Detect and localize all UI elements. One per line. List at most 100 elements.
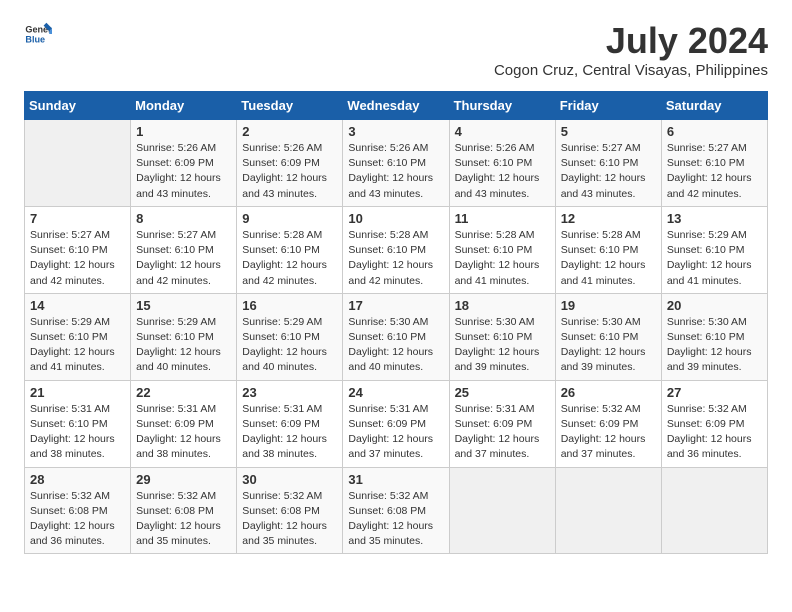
- day-number: 2: [242, 124, 337, 139]
- day-info: Sunrise: 5:30 AM Sunset: 6:10 PM Dayligh…: [667, 315, 762, 376]
- day-info: Sunrise: 5:32 AM Sunset: 6:08 PM Dayligh…: [136, 489, 231, 550]
- calendar-body: 1 Sunrise: 5:26 AM Sunset: 6:09 PM Dayli…: [25, 120, 768, 554]
- svg-text:Blue: Blue: [25, 34, 45, 44]
- day-number: 15: [136, 298, 231, 313]
- week-row-3: 14 Sunrise: 5:29 AM Sunset: 6:10 PM Dayl…: [25, 293, 768, 380]
- day-number: 28: [30, 472, 125, 487]
- day-cell: 12 Sunrise: 5:28 AM Sunset: 6:10 PM Dayl…: [555, 206, 661, 293]
- day-cell: 4 Sunrise: 5:26 AM Sunset: 6:10 PM Dayli…: [449, 120, 555, 207]
- col-wednesday: Wednesday: [343, 92, 449, 120]
- logo-icon: General Blue: [24, 20, 52, 48]
- day-cell: 25 Sunrise: 5:31 AM Sunset: 6:09 PM Dayl…: [449, 380, 555, 467]
- week-row-1: 1 Sunrise: 5:26 AM Sunset: 6:09 PM Dayli…: [25, 120, 768, 207]
- day-number: 4: [455, 124, 550, 139]
- day-number: 16: [242, 298, 337, 313]
- day-cell: 14 Sunrise: 5:29 AM Sunset: 6:10 PM Dayl…: [25, 293, 131, 380]
- day-number: 27: [667, 385, 762, 400]
- day-info: Sunrise: 5:27 AM Sunset: 6:10 PM Dayligh…: [136, 228, 231, 289]
- col-tuesday: Tuesday: [237, 92, 343, 120]
- day-cell: 30 Sunrise: 5:32 AM Sunset: 6:08 PM Dayl…: [237, 467, 343, 554]
- logo: General Blue: [24, 20, 52, 48]
- day-info: Sunrise: 5:32 AM Sunset: 6:09 PM Dayligh…: [561, 402, 656, 463]
- day-cell: 1 Sunrise: 5:26 AM Sunset: 6:09 PM Dayli…: [131, 120, 237, 207]
- day-cell: 18 Sunrise: 5:30 AM Sunset: 6:10 PM Dayl…: [449, 293, 555, 380]
- day-info: Sunrise: 5:28 AM Sunset: 6:10 PM Dayligh…: [242, 228, 337, 289]
- day-cell: 16 Sunrise: 5:29 AM Sunset: 6:10 PM Dayl…: [237, 293, 343, 380]
- day-info: Sunrise: 5:30 AM Sunset: 6:10 PM Dayligh…: [455, 315, 550, 376]
- day-cell: 10 Sunrise: 5:28 AM Sunset: 6:10 PM Dayl…: [343, 206, 449, 293]
- day-number: 14: [30, 298, 125, 313]
- day-info: Sunrise: 5:26 AM Sunset: 6:10 PM Dayligh…: [348, 141, 443, 202]
- day-cell: 11 Sunrise: 5:28 AM Sunset: 6:10 PM Dayl…: [449, 206, 555, 293]
- day-number: 5: [561, 124, 656, 139]
- day-cell: 27 Sunrise: 5:32 AM Sunset: 6:09 PM Dayl…: [661, 380, 767, 467]
- day-info: Sunrise: 5:29 AM Sunset: 6:10 PM Dayligh…: [136, 315, 231, 376]
- week-row-5: 28 Sunrise: 5:32 AM Sunset: 6:08 PM Dayl…: [25, 467, 768, 554]
- day-cell: 9 Sunrise: 5:28 AM Sunset: 6:10 PM Dayli…: [237, 206, 343, 293]
- day-cell: 24 Sunrise: 5:31 AM Sunset: 6:09 PM Dayl…: [343, 380, 449, 467]
- day-cell: [555, 467, 661, 554]
- day-info: Sunrise: 5:28 AM Sunset: 6:10 PM Dayligh…: [348, 228, 443, 289]
- day-cell: 3 Sunrise: 5:26 AM Sunset: 6:10 PM Dayli…: [343, 120, 449, 207]
- day-cell: 26 Sunrise: 5:32 AM Sunset: 6:09 PM Dayl…: [555, 380, 661, 467]
- day-info: Sunrise: 5:27 AM Sunset: 6:10 PM Dayligh…: [667, 141, 762, 202]
- day-cell: 28 Sunrise: 5:32 AM Sunset: 6:08 PM Dayl…: [25, 467, 131, 554]
- day-number: 10: [348, 211, 443, 226]
- day-number: 25: [455, 385, 550, 400]
- day-info: Sunrise: 5:32 AM Sunset: 6:08 PM Dayligh…: [242, 489, 337, 550]
- day-number: 30: [242, 472, 337, 487]
- day-cell: [25, 120, 131, 207]
- day-info: Sunrise: 5:26 AM Sunset: 6:09 PM Dayligh…: [242, 141, 337, 202]
- day-cell: 21 Sunrise: 5:31 AM Sunset: 6:10 PM Dayl…: [25, 380, 131, 467]
- day-cell: 19 Sunrise: 5:30 AM Sunset: 6:10 PM Dayl…: [555, 293, 661, 380]
- day-cell: 23 Sunrise: 5:31 AM Sunset: 6:09 PM Dayl…: [237, 380, 343, 467]
- day-info: Sunrise: 5:29 AM Sunset: 6:10 PM Dayligh…: [667, 228, 762, 289]
- day-info: Sunrise: 5:31 AM Sunset: 6:09 PM Dayligh…: [455, 402, 550, 463]
- day-cell: 20 Sunrise: 5:30 AM Sunset: 6:10 PM Dayl…: [661, 293, 767, 380]
- day-cell: 31 Sunrise: 5:32 AM Sunset: 6:08 PM Dayl…: [343, 467, 449, 554]
- day-info: Sunrise: 5:30 AM Sunset: 6:10 PM Dayligh…: [561, 315, 656, 376]
- day-info: Sunrise: 5:31 AM Sunset: 6:09 PM Dayligh…: [136, 402, 231, 463]
- day-info: Sunrise: 5:27 AM Sunset: 6:10 PM Dayligh…: [30, 228, 125, 289]
- day-number: 8: [136, 211, 231, 226]
- day-cell: [449, 467, 555, 554]
- day-number: 22: [136, 385, 231, 400]
- day-number: 17: [348, 298, 443, 313]
- day-cell: 15 Sunrise: 5:29 AM Sunset: 6:10 PM Dayl…: [131, 293, 237, 380]
- calendar-table: Sunday Monday Tuesday Wednesday Thursday…: [24, 91, 768, 554]
- day-cell: 6 Sunrise: 5:27 AM Sunset: 6:10 PM Dayli…: [661, 120, 767, 207]
- day-number: 6: [667, 124, 762, 139]
- day-number: 19: [561, 298, 656, 313]
- day-info: Sunrise: 5:27 AM Sunset: 6:10 PM Dayligh…: [561, 141, 656, 202]
- day-info: Sunrise: 5:28 AM Sunset: 6:10 PM Dayligh…: [455, 228, 550, 289]
- day-info: Sunrise: 5:30 AM Sunset: 6:10 PM Dayligh…: [348, 315, 443, 376]
- day-info: Sunrise: 5:26 AM Sunset: 6:09 PM Dayligh…: [136, 141, 231, 202]
- title-area: July 2024 Cogon Cruz, Central Visayas, P…: [494, 20, 768, 79]
- day-cell: 29 Sunrise: 5:32 AM Sunset: 6:08 PM Dayl…: [131, 467, 237, 554]
- day-cell: [661, 467, 767, 554]
- main-title: July 2024: [494, 20, 768, 62]
- day-cell: 8 Sunrise: 5:27 AM Sunset: 6:10 PM Dayli…: [131, 206, 237, 293]
- day-number: 3: [348, 124, 443, 139]
- col-saturday: Saturday: [661, 92, 767, 120]
- day-number: 11: [455, 211, 550, 226]
- day-cell: 13 Sunrise: 5:29 AM Sunset: 6:10 PM Dayl…: [661, 206, 767, 293]
- day-info: Sunrise: 5:29 AM Sunset: 6:10 PM Dayligh…: [30, 315, 125, 376]
- col-sunday: Sunday: [25, 92, 131, 120]
- header: General Blue July 2024 Cogon Cruz, Centr…: [24, 20, 768, 79]
- day-number: 21: [30, 385, 125, 400]
- day-info: Sunrise: 5:28 AM Sunset: 6:10 PM Dayligh…: [561, 228, 656, 289]
- day-number: 9: [242, 211, 337, 226]
- calendar-header: Sunday Monday Tuesday Wednesday Thursday…: [25, 92, 768, 120]
- subtitle: Cogon Cruz, Central Visayas, Philippines: [494, 62, 768, 79]
- day-cell: 5 Sunrise: 5:27 AM Sunset: 6:10 PM Dayli…: [555, 120, 661, 207]
- day-number: 20: [667, 298, 762, 313]
- col-monday: Monday: [131, 92, 237, 120]
- day-number: 7: [30, 211, 125, 226]
- day-cell: 7 Sunrise: 5:27 AM Sunset: 6:10 PM Dayli…: [25, 206, 131, 293]
- day-info: Sunrise: 5:31 AM Sunset: 6:09 PM Dayligh…: [242, 402, 337, 463]
- day-info: Sunrise: 5:31 AM Sunset: 6:09 PM Dayligh…: [348, 402, 443, 463]
- day-number: 18: [455, 298, 550, 313]
- day-info: Sunrise: 5:32 AM Sunset: 6:09 PM Dayligh…: [667, 402, 762, 463]
- day-info: Sunrise: 5:26 AM Sunset: 6:10 PM Dayligh…: [455, 141, 550, 202]
